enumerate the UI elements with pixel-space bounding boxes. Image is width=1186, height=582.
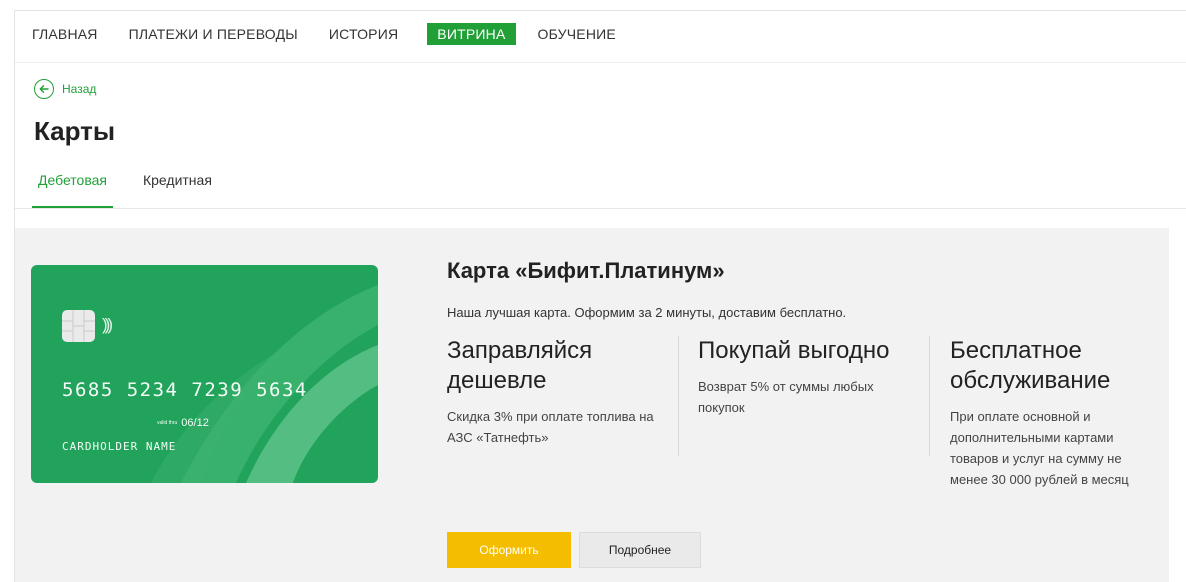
feature-divider bbox=[929, 336, 930, 456]
nav-divider bbox=[15, 62, 1186, 63]
feature-text: При оплате основной и дополнительными ка… bbox=[950, 409, 1129, 487]
feature-divider bbox=[678, 336, 679, 456]
tabs-divider bbox=[15, 208, 1186, 209]
product-title: Карта «Бифит.Платинум» bbox=[447, 258, 725, 283]
nav-item-learning[interactable]: Обучение bbox=[538, 26, 616, 42]
product-description: Наша лучшая карта. Оформим за 2 минуты, … bbox=[447, 305, 847, 320]
feature-heading: Заправляйся дешевле bbox=[447, 337, 593, 394]
tab-debit[interactable]: Дебетовая bbox=[32, 172, 113, 209]
contactless-icon: ))) bbox=[102, 315, 113, 334]
top-navigation: Главная Платежи и переводы История Витри… bbox=[32, 22, 647, 46]
card-chip-icon bbox=[62, 310, 95, 342]
feature-text: Возврат 5% от суммы любых покупок bbox=[698, 379, 874, 415]
feature-text: Скидка 3% при оплате топлива на АЗС «Тат… bbox=[447, 409, 654, 445]
nav-item-history[interactable]: История bbox=[329, 26, 398, 42]
card-expiry-value: 06/12 bbox=[181, 417, 209, 429]
arrow-left-circle-icon bbox=[34, 79, 54, 99]
cardholder-name: CARDHOLDER NAME bbox=[62, 440, 177, 453]
details-button[interactable]: Подробнее bbox=[579, 532, 701, 568]
tab-credit[interactable]: Кредитная bbox=[137, 172, 218, 209]
bank-card-image: ))) 5685 5234 7239 5634 valid thru 06/12 … bbox=[31, 265, 378, 483]
page-title: Карты bbox=[34, 116, 116, 146]
apply-button[interactable]: Оформить bbox=[447, 532, 571, 568]
back-label: Назад bbox=[62, 82, 97, 96]
feature-cashback: Покупай выгодно Возврат 5% от суммы любы… bbox=[698, 336, 908, 418]
feature-free-service: Бесплатное обслуживание При оплате основ… bbox=[950, 336, 1155, 490]
feature-heading: Бесплатное обслуживание bbox=[950, 337, 1111, 394]
back-link[interactable]: Назад bbox=[34, 79, 96, 99]
nav-item-main[interactable]: Главная bbox=[32, 26, 98, 42]
card-expiry: valid thru 06/12 bbox=[157, 417, 209, 429]
card-number: 5685 5234 7239 5634 bbox=[62, 379, 308, 401]
feature-fuel-discount: Заправляйся дешевле Скидка 3% при оплате… bbox=[447, 336, 657, 448]
feature-heading: Покупай выгодно bbox=[698, 337, 890, 364]
card-type-tabs: Дебетовая Кредитная bbox=[32, 172, 242, 209]
nav-item-payments[interactable]: Платежи и переводы bbox=[129, 26, 298, 42]
nav-item-showcase[interactable]: Витрина bbox=[427, 23, 516, 45]
valid-thru-label: valid thru bbox=[157, 419, 178, 426]
